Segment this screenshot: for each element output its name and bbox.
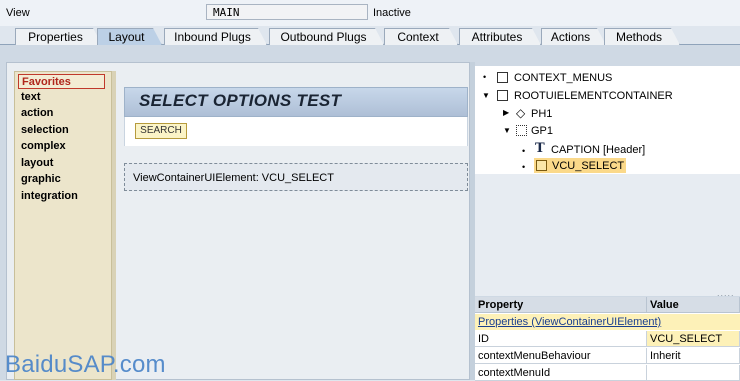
palette-item-layout[interactable]: layout (18, 156, 105, 171)
palette-item-text[interactable]: text (18, 90, 105, 105)
tree-node-context-menus[interactable]: CONTEXT_MENUS (514, 71, 612, 85)
view-name-field[interactable]: MAIN (206, 4, 368, 20)
palette-item-action[interactable]: action (18, 106, 105, 121)
palette-item-selection[interactable]: selection (18, 123, 105, 138)
tab-outbound-plugs[interactable]: Outbound Plugs (269, 28, 384, 45)
property-value-id[interactable]: VCU_SELECT (647, 331, 740, 347)
view-header (0, 0, 740, 26)
tab-methods[interactable]: Methods (604, 28, 680, 45)
collapse-triangle-icon[interactable]: ▼ (482, 91, 490, 100)
tree-bullet: • (483, 72, 487, 82)
checkbox-icon (497, 90, 508, 101)
palette-item-graphic[interactable]: graphic (18, 172, 105, 187)
checkbox-icon (497, 72, 508, 83)
tree-bullet: • (522, 162, 526, 172)
property-name-context-menu-id: contextMenuId (475, 365, 647, 381)
view-label: View (6, 7, 30, 19)
tab-layout[interactable]: Layout (97, 28, 162, 45)
property-name-context-menu-behaviour: contextMenuBehaviour (475, 348, 647, 364)
tab-properties[interactable]: Properties (15, 28, 102, 45)
tab-attributes[interactable]: Attributes (459, 28, 541, 45)
group-icon (516, 125, 527, 136)
view-container-icon (536, 160, 547, 171)
expand-triangle-icon[interactable]: ▶ (503, 108, 509, 117)
tab-inbound-plugs[interactable]: Inbound Plugs (164, 28, 267, 45)
tree-bullet: • (522, 146, 526, 156)
property-grid: Property Value Properties (ViewContainer… (475, 297, 740, 381)
tree-node-root-container[interactable]: ROOTUIELEMENTCONTAINER (514, 89, 673, 103)
view-container-label: ViewContainerUIElement: VCU_SELECT (133, 172, 334, 184)
watermark-text: BaiduSAP.com (5, 351, 166, 378)
tree-node-vcu-select[interactable]: VCU_SELECT (552, 159, 624, 173)
collapse-triangle-icon[interactable]: ▼ (503, 126, 511, 135)
tree-node-caption-suffix: [Header] (602, 144, 646, 156)
property-value-context-menu-behaviour[interactable]: Inherit (647, 348, 740, 364)
ui-element-palette: Favorites text action selection complex … (14, 71, 112, 380)
ui-element-tree: • CONTEXT_MENUS ▼ ROOTUIELEMENTCONTAINER… (475, 66, 740, 174)
tree-empty-area (475, 174, 740, 296)
text-T-icon: T (535, 141, 545, 156)
palette-gutter (112, 71, 116, 380)
palette-item-integration[interactable]: integration (18, 189, 105, 204)
tree-node-caption-label: CAPTION (551, 144, 600, 156)
diamond-icon: ◇ (516, 106, 526, 120)
value-column-header[interactable]: Value (647, 297, 740, 313)
palette-item-favorites[interactable]: Favorites (18, 74, 105, 89)
status-text: Inactive (373, 7, 411, 19)
property-name-id: ID (475, 331, 647, 347)
palette-item-complex[interactable]: complex (18, 139, 105, 154)
property-column-header[interactable]: Property (475, 297, 647, 313)
tab-context[interactable]: Context (384, 28, 458, 45)
property-group-link[interactable]: Properties (ViewContainerUIElement) (475, 314, 740, 330)
caption-title: SELECT OPTIONS TEST (139, 91, 342, 110)
search-button[interactable]: SEARCH (135, 123, 187, 139)
tree-node-ph1[interactable]: PH1 (531, 107, 552, 121)
tree-node-gp1[interactable]: GP1 (531, 124, 553, 138)
tree-node-caption[interactable]: CAPTION [Header] (551, 143, 645, 157)
tab-actions[interactable]: Actions (541, 28, 606, 45)
property-value-context-menu-id[interactable] (647, 365, 740, 381)
